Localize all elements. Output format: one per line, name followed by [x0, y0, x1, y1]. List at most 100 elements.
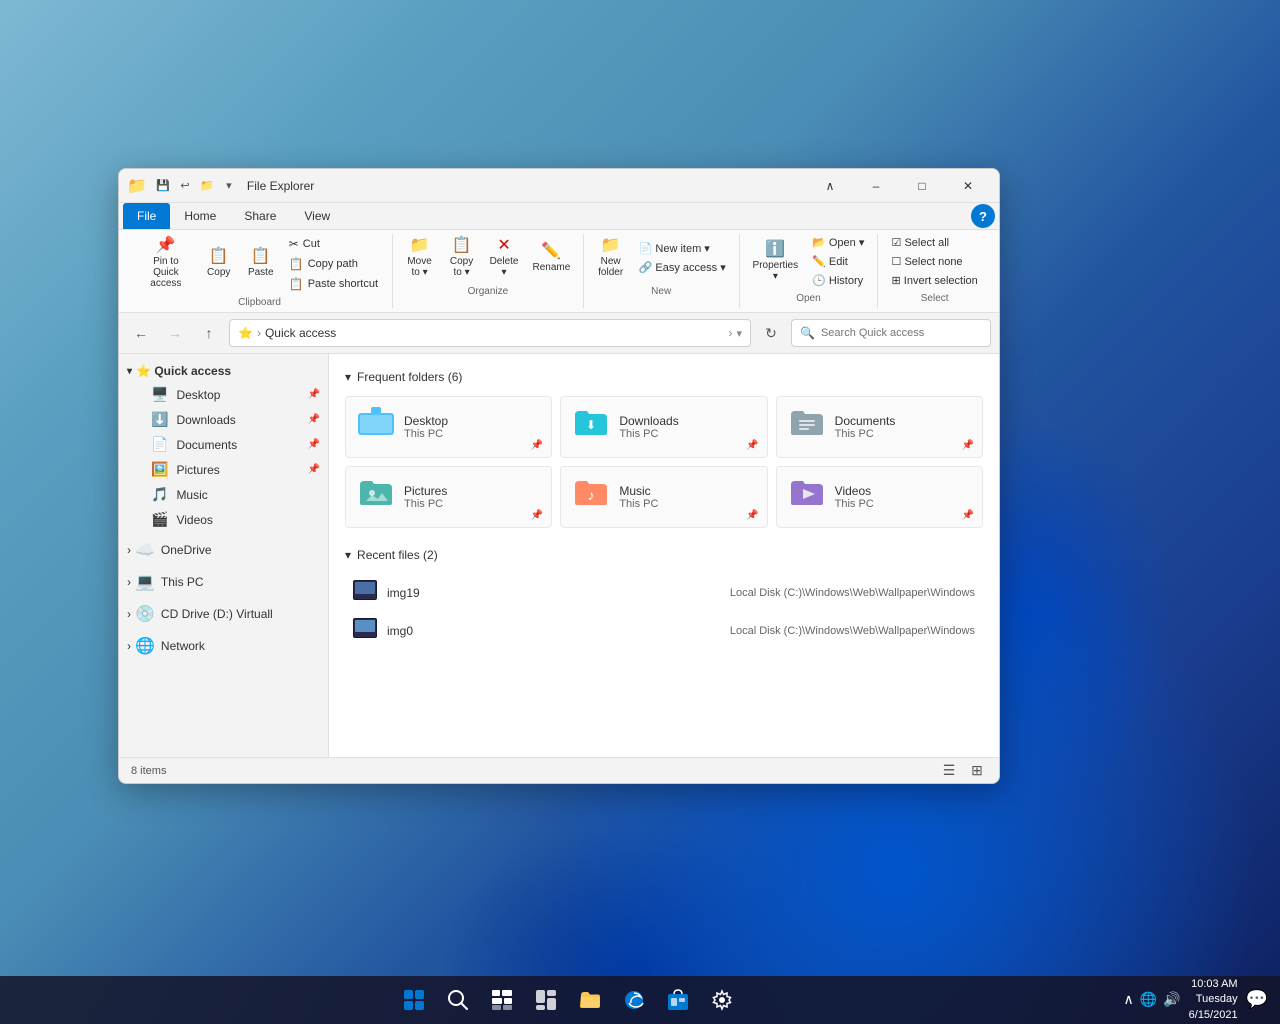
copy-button[interactable]: 📋 Copy	[199, 245, 239, 282]
rename-button[interactable]: ✏️ Rename	[526, 240, 576, 277]
paste-button[interactable]: 📋 Paste	[241, 245, 281, 282]
refresh-button[interactable]: ↻	[757, 319, 785, 347]
network-icon: 🌐	[135, 636, 155, 656]
copy-path-button[interactable]: 📋 Copy path	[283, 255, 384, 273]
up-button[interactable]: ↑	[195, 319, 223, 347]
folder-pictures[interactable]: Pictures This PC 📌	[345, 466, 552, 528]
sidebar-item-documents[interactable]: 📄 Documents 📌	[119, 432, 328, 457]
select-none-button[interactable]: ☐ Select none	[886, 253, 984, 270]
edge-button[interactable]	[614, 980, 654, 1020]
folder-music[interactable]: ♪ Music This PC 📌	[560, 466, 767, 528]
properties-button[interactable]: ℹ️ Properties▾	[747, 238, 805, 286]
tab-file[interactable]: File	[123, 203, 170, 229]
search-input[interactable]	[821, 327, 982, 339]
start-button[interactable]	[394, 980, 434, 1020]
easy-access-button[interactable]: 🔗 Easy access ▾	[633, 259, 732, 276]
search-taskbar-button[interactable]	[438, 980, 478, 1020]
documents-sidebar-icon: 📄	[151, 436, 168, 453]
quick-save-btn[interactable]: 💾	[153, 176, 173, 196]
clock[interactable]: 10:03 AM Tuesday6/15/2021	[1189, 977, 1238, 1023]
quick-menu-btn[interactable]: ▾	[219, 176, 239, 196]
quick-undo-btn[interactable]: ↩	[175, 176, 195, 196]
ribbon-tabs: File Home Share View ?	[119, 203, 999, 230]
sidebar-item-downloads[interactable]: ⬇️ Downloads 📌	[119, 407, 328, 432]
title-bar: 📁 💾 ↩ 📁 ▾ File Explorer ∧ – □ ✕	[119, 169, 999, 203]
store-button[interactable]	[658, 980, 698, 1020]
frequent-folders-header: ▾ Frequent folders (6)	[345, 370, 983, 384]
sidebar-item-desktop[interactable]: 🖥️ Desktop 📌	[119, 382, 328, 407]
settings-taskbar-button[interactable]	[702, 980, 742, 1020]
quick-access-header[interactable]: ▾ ⭐ Quick access	[119, 360, 328, 382]
recent-file-img0[interactable]: img0 Local Disk (C:)\Windows\Web\Wallpap…	[345, 612, 983, 650]
pin-to-quick-access-button[interactable]: 📌 Pin to Quickaccess	[135, 234, 197, 293]
new-group: 📁 Newfolder 📄 New item ▾ 🔗 Easy access ▾…	[584, 234, 740, 308]
notification-button[interactable]: 💬	[1246, 989, 1268, 1010]
sidebar: ▾ ⭐ Quick access 🖥️ Desktop 📌 ⬇️ Downloa…	[119, 354, 329, 757]
recent-file-img19[interactable]: img19 Local Disk (C:)\Windows\Web\Wallpa…	[345, 574, 983, 612]
clipboard-small-buttons: ✂ Cut 📋 Copy path 📋 Paste shortcut	[283, 235, 384, 293]
open-small-buttons: 📂 Open ▾ ✏️ Edit 🕒 History	[806, 234, 870, 289]
address-path[interactable]: ⭐ › Quick access › ▾	[229, 319, 751, 347]
select-group: ☑ Select all ☐ Select none ⊞ Invert sele…	[878, 234, 991, 308]
cut-icon: ✂	[289, 237, 299, 251]
copy-to-button[interactable]: 📋 Copyto ▾	[442, 234, 482, 282]
this-pc-header[interactable]: › 💻 This PC	[119, 568, 328, 596]
move-to-button[interactable]: 📁 Moveto ▾	[400, 234, 440, 282]
search-box[interactable]: 🔍	[791, 319, 991, 347]
videos-folder-pin: 📌	[962, 510, 974, 521]
ribbon-toolbar: 📌 Pin to Quickaccess 📋 Copy 📋 Paste ✂ Cu…	[119, 230, 999, 313]
folder-videos[interactable]: Videos This PC 📌	[776, 466, 983, 528]
sidebar-item-pictures[interactable]: 🖼️ Pictures 📌	[119, 457, 328, 482]
select-all-button[interactable]: ☑ Select all	[886, 234, 984, 251]
desktop-folder-info: Desktop This PC	[404, 414, 539, 440]
chevron-up-icon[interactable]: ∧	[1124, 991, 1134, 1008]
sidebar-item-videos[interactable]: 🎬 Videos	[119, 507, 328, 532]
tab-share[interactable]: Share	[230, 203, 290, 229]
pictures-folder-pin: 📌	[531, 510, 543, 521]
folder-desktop[interactable]: Desktop This PC 📌	[345, 396, 552, 458]
ribbon-collapse-btn[interactable]: ∧	[807, 170, 853, 202]
sidebar-desktop-label: Desktop	[176, 388, 220, 402]
maximize-button[interactable]: □	[899, 170, 945, 202]
back-button[interactable]: ←	[127, 319, 155, 347]
edit-button[interactable]: ✏️ Edit	[806, 253, 870, 270]
cut-button[interactable]: ✂ Cut	[283, 235, 384, 253]
folder-downloads[interactable]: ⬇ Downloads This PC 📌	[560, 396, 767, 458]
widgets-button[interactable]	[526, 980, 566, 1020]
onedrive-header[interactable]: › ☁️ OneDrive	[119, 536, 328, 564]
frequent-folders-title: Frequent folders (6)	[357, 370, 462, 384]
file-explorer-taskbar-button[interactable]	[570, 980, 610, 1020]
details-view-button[interactable]: ☰	[939, 761, 959, 781]
cd-drive-header[interactable]: › 💿 CD Drive (D:) Virtuall	[119, 600, 328, 628]
new-folder-button[interactable]: 📁 Newfolder	[591, 234, 631, 282]
task-view-button[interactable]	[482, 980, 522, 1020]
minimize-button[interactable]: –	[853, 170, 899, 202]
open-button[interactable]: 📂 Open ▾	[806, 234, 870, 251]
network-header[interactable]: › 🌐 Network	[119, 632, 328, 660]
sidebar-documents-label: Documents	[176, 438, 237, 452]
large-icons-view-button[interactable]: ⊞	[967, 761, 987, 781]
volume-icon[interactable]: 🔊	[1163, 991, 1180, 1008]
path-dropdown-icon[interactable]: ▾	[736, 327, 742, 340]
help-button[interactable]: ?	[971, 204, 995, 228]
new-item-button[interactable]: 📄 New item ▾	[633, 240, 732, 257]
downloads-folder-icon: ⬇	[573, 407, 609, 447]
tab-view[interactable]: View	[290, 203, 344, 229]
window-controls: ∧ – □ ✕	[807, 170, 991, 202]
music-folder-name: Music	[619, 484, 754, 498]
paste-shortcut-button[interactable]: 📋 Paste shortcut	[283, 275, 384, 293]
forward-button[interactable]: →	[161, 319, 189, 347]
invert-selection-button[interactable]: ⊞ Invert selection	[886, 272, 984, 289]
sidebar-item-music[interactable]: 🎵 Music	[119, 482, 328, 507]
network-tray-icon[interactable]: 🌐	[1140, 991, 1157, 1008]
copy-to-icon: 📋	[452, 238, 472, 254]
folder-documents[interactable]: Documents This PC 📌	[776, 396, 983, 458]
music-folder-pin: 📌	[746, 510, 758, 521]
delete-button[interactable]: ✕ Delete▾	[484, 234, 525, 282]
recent-files-header: ▾ Recent files (2)	[345, 548, 983, 562]
tab-home[interactable]: Home	[170, 203, 230, 229]
select-label: Select	[921, 293, 949, 304]
close-button[interactable]: ✕	[945, 170, 991, 202]
quick-redo-btn[interactable]: 📁	[197, 176, 217, 196]
history-button[interactable]: 🕒 History	[806, 272, 870, 289]
